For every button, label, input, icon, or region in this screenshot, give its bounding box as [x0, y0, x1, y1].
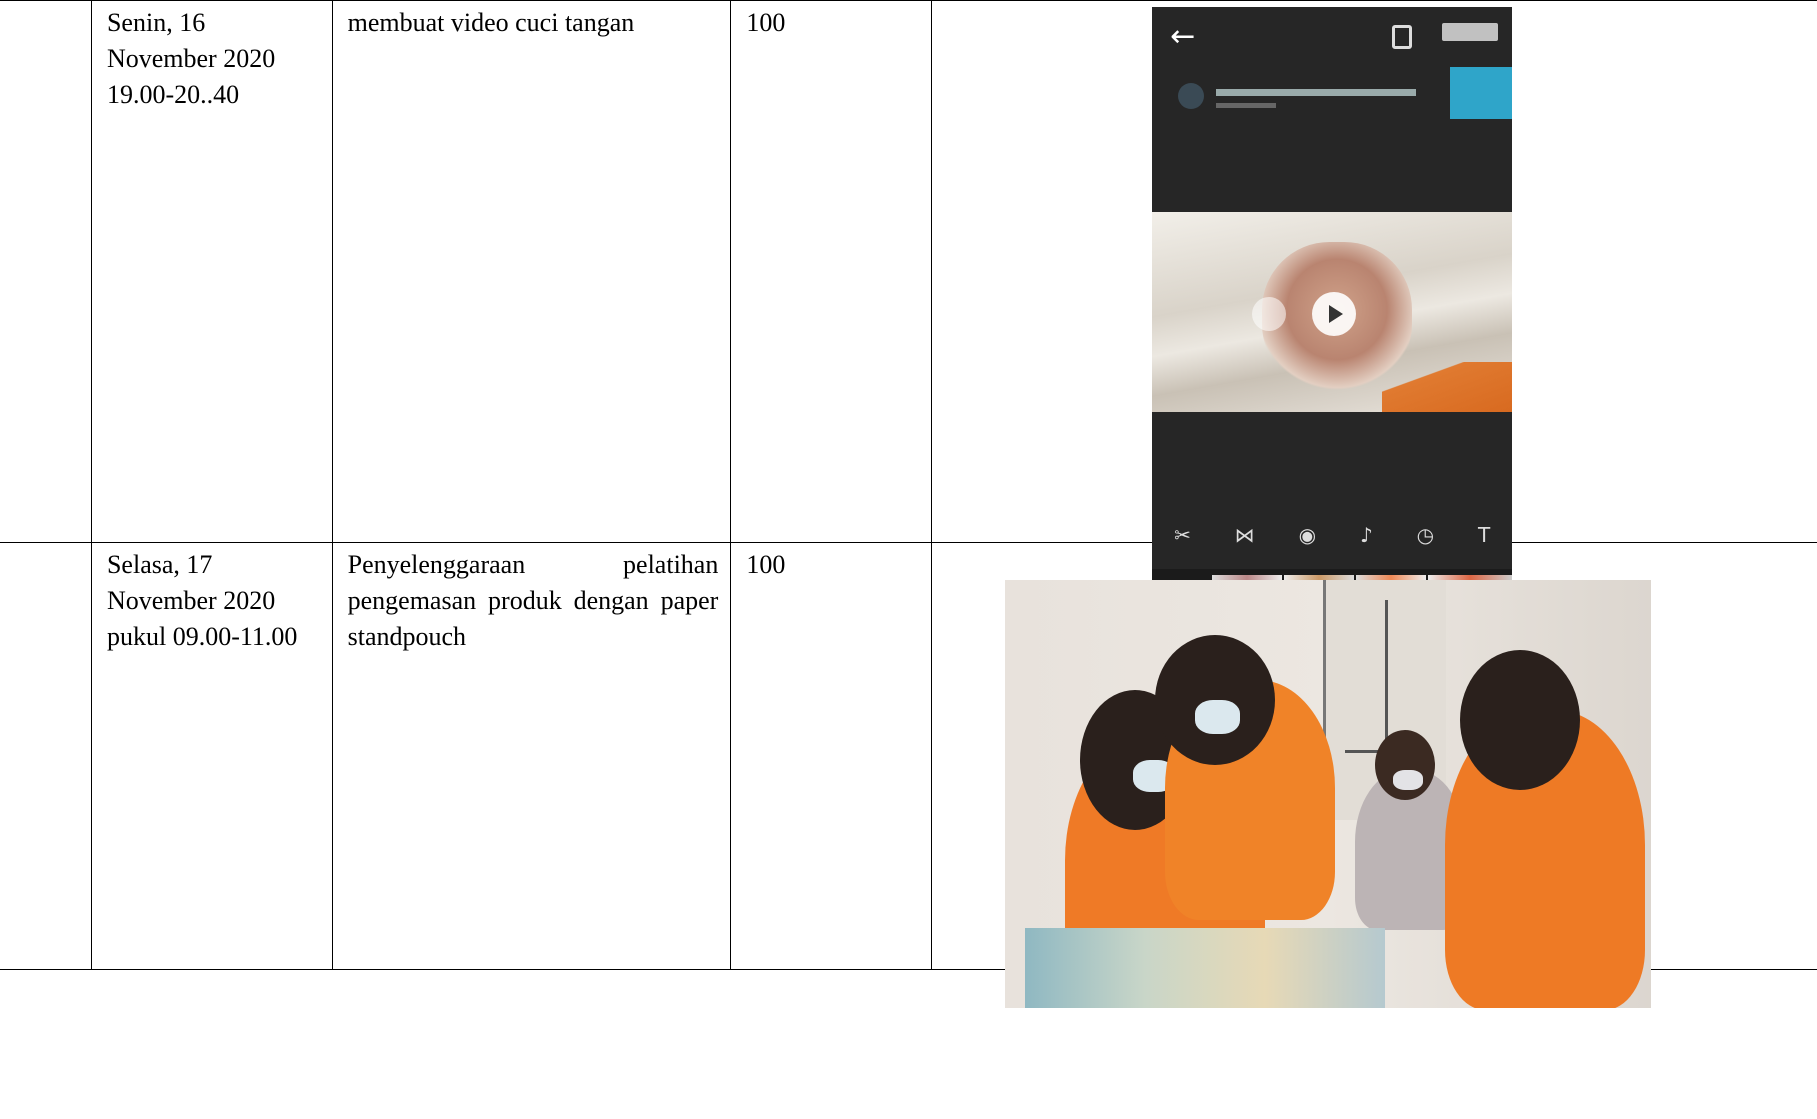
documentation-cell	[931, 542, 1817, 1008]
score-text: 100	[746, 550, 786, 579]
table-row: Senin, 16 November 2020 19.00-20..40 mem…	[0, 0, 1817, 633]
date-text: Selasa, 17 November 2020 pukul 09.00-11.…	[106, 550, 298, 651]
activity-cell: Penyelenggaraan pelatihan pengemasan pro…	[331, 542, 732, 970]
training-photo	[1005, 580, 1652, 1008]
activity-cell: membuat video cuci tangan	[331, 0, 732, 543]
arrow-left-icon: ←	[1170, 19, 1196, 54]
date-cell: Senin, 16 November 2020 19.00-20..40	[90, 0, 333, 543]
product-table	[1025, 928, 1386, 1008]
score-cell: 100	[730, 0, 933, 543]
date-text: Senin, 16 November 2020 19.00-20..40	[106, 8, 276, 109]
project-item	[1172, 77, 1472, 117]
export-button	[1442, 23, 1499, 41]
score-text: 100	[746, 8, 786, 37]
number-cell	[0, 542, 92, 970]
activity-text: Penyelenggaraan pelatihan pengemasan pro…	[347, 550, 719, 651]
number-cell	[0, 0, 92, 543]
score-cell: 100	[730, 542, 933, 970]
activity-log-table: Senin, 16 November 2020 19.00-20..40 mem…	[0, 0, 1817, 1008]
documentation-cell: ← ✂ ⋈ ◉ ♪ ◷ T +	[931, 0, 1817, 633]
video-editor-screenshot: ← ✂ ⋈ ◉ ♪ ◷ T +	[1152, 7, 1513, 633]
skip-back-icon	[1252, 297, 1287, 331]
table-row: Selasa, 17 November 2020 pukul 09.00-11.…	[0, 542, 1817, 1008]
activity-text: membuat video cuci tangan	[347, 8, 635, 37]
date-cell: Selasa, 17 November 2020 pukul 09.00-11.…	[90, 542, 333, 970]
clipboard-icon	[1392, 25, 1413, 49]
project-icon	[1178, 83, 1205, 109]
video-preview	[1152, 212, 1513, 412]
media-thumbnail	[1450, 67, 1513, 119]
play-icon	[1312, 292, 1357, 336]
